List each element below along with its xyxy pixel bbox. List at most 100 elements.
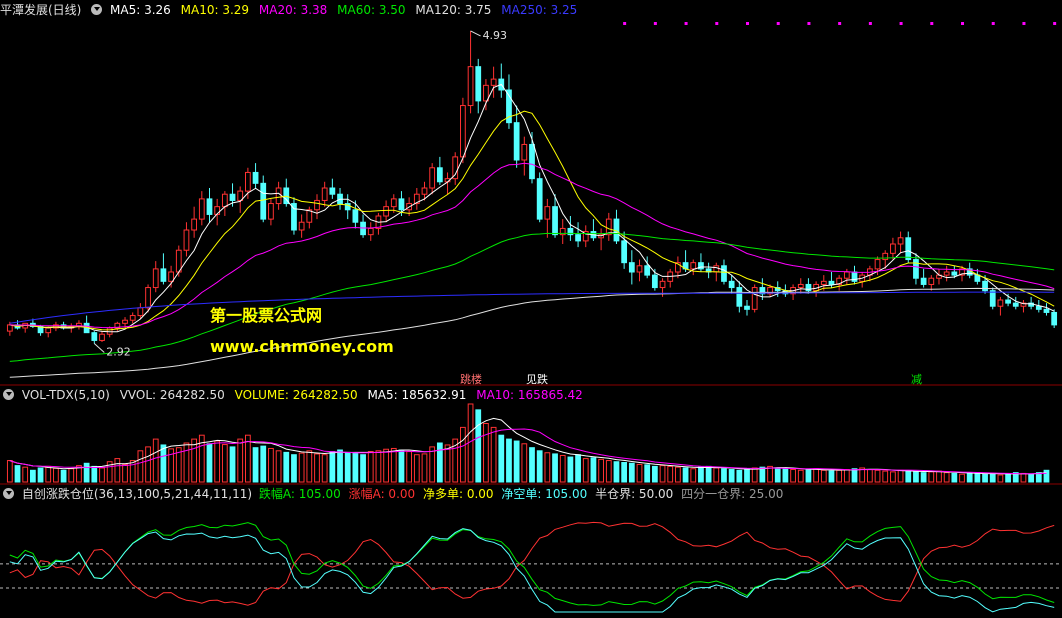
candle-body [920, 277, 927, 285]
candle-body [982, 280, 988, 292]
vol-title: VOL-TDX(5,10) [21, 388, 110, 402]
volume-bar [828, 470, 835, 483]
candle-body [467, 66, 474, 107]
volume-bar [337, 449, 343, 483]
volume-bar [774, 467, 781, 483]
candle-body [843, 271, 850, 279]
volume-bar [506, 438, 512, 483]
volume-bar [114, 458, 121, 483]
ma20-legend: MA20: 3.38 [258, 3, 328, 17]
volume-bar [874, 469, 881, 483]
candle-body [99, 333, 105, 341]
top-tick-mark [746, 22, 750, 25]
indicator-panel-header: 自创涨跌仓位(36,13,100,5,21,44,11,11) 跌幅A: 105… [0, 486, 789, 502]
volume-bar [360, 454, 366, 483]
vol-ma10-legend: MA10: 165865.42 [476, 388, 583, 402]
candle-body [874, 259, 881, 270]
price-annotation: 4.93 [483, 29, 508, 42]
main-panel-header: 平潭发展(日线) MA5: 3.26 MA10: 3.29 MA20: 3.38… [0, 2, 583, 18]
ma10-legend: MA10: 3.29 [180, 3, 250, 17]
ind-c-legend: 净多单: 0.00 [422, 487, 494, 501]
volume-bar [820, 469, 827, 483]
top-tick-mark [838, 22, 842, 25]
candle-body [621, 240, 628, 264]
volume-bar [951, 472, 958, 483]
volume-bar [851, 468, 858, 483]
volume-bar [45, 465, 52, 483]
candle-body [997, 299, 1004, 307]
volume-bar [413, 454, 420, 483]
volume-bar [544, 452, 551, 483]
volume-bar [836, 469, 843, 483]
volume-bar [559, 454, 566, 483]
candle-body [390, 198, 397, 208]
watermark-title: 第一股票公式网 [210, 306, 323, 325]
volume-bar [913, 471, 919, 483]
volume-bar [1020, 472, 1027, 483]
volume-bar [321, 454, 328, 483]
volume-bar [283, 451, 290, 483]
chevron-down-icon[interactable] [3, 488, 14, 499]
volume-bar [152, 438, 159, 483]
candle-body [897, 237, 904, 245]
volume-legend: VOLUME: 264282.50 [234, 388, 358, 402]
candle-body [198, 198, 205, 220]
candle-body [429, 167, 436, 189]
volume-bar [866, 469, 873, 483]
volume-bar [628, 462, 635, 483]
volume-bar [651, 465, 658, 483]
top-tick-mark [623, 22, 627, 25]
volume-bar [943, 472, 950, 483]
volume-bar [767, 465, 773, 483]
candle-body [475, 66, 482, 102]
candle-body [275, 187, 282, 205]
candle-body [168, 271, 174, 282]
candle-body [905, 237, 912, 261]
ma250-legend: MA250: 3.25 [501, 3, 578, 17]
candle-body [91, 332, 98, 341]
candle-body [137, 307, 144, 317]
candle-body [329, 187, 336, 195]
volume-bar [736, 469, 743, 483]
chevron-down-icon[interactable] [91, 4, 103, 15]
volume-bar [37, 467, 44, 483]
candle-body [544, 206, 551, 220]
volume-bar [83, 462, 90, 483]
volume-bar [137, 450, 144, 483]
volume-bar [751, 467, 758, 483]
volume-bar [682, 467, 689, 483]
volume-bar [221, 444, 228, 483]
volume-bar [191, 438, 198, 483]
candle-body [1051, 311, 1058, 326]
candle-body [460, 105, 466, 158]
chevron-down-icon[interactable] [3, 389, 14, 400]
candle-body [268, 203, 274, 220]
candle-body [552, 206, 558, 236]
volume-bar [14, 465, 21, 483]
volume-bar [605, 460, 612, 483]
volume-bar [237, 438, 244, 483]
volume-bar [229, 446, 236, 483]
top-tick-mark [930, 22, 934, 25]
volume-bar [352, 452, 359, 483]
candle-body [797, 283, 804, 289]
candle-body [989, 290, 996, 307]
volume-bar [552, 453, 558, 483]
volume-bar [644, 464, 651, 483]
volume-bar [490, 426, 497, 483]
candle-body [828, 280, 835, 285]
candle-body [106, 327, 113, 335]
volume-bar [68, 468, 75, 483]
candle-body [890, 243, 896, 254]
candle-body [145, 287, 151, 309]
candle-body [951, 271, 958, 276]
candle-body [421, 187, 428, 195]
candle-body [744, 305, 750, 310]
ma60-legend: MA60: 3.50 [337, 3, 406, 17]
volume-bar [575, 454, 581, 483]
volume-bar [744, 468, 750, 483]
candle-body [252, 171, 259, 184]
ind-b-legend: 涨幅A: 0.00 [348, 487, 416, 501]
volume-bar [6, 460, 13, 483]
candle-body [6, 324, 13, 332]
